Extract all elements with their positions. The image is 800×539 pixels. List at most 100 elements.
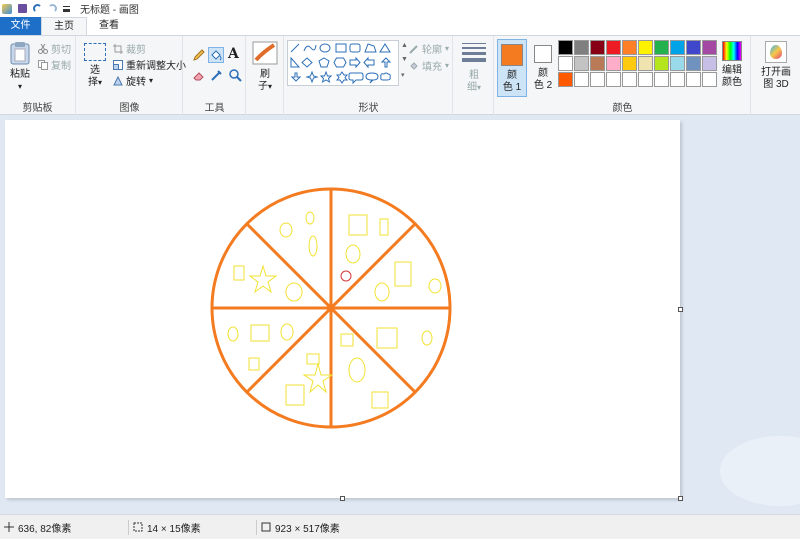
color2-swatch bbox=[534, 45, 552, 63]
paint3d-label: 打开画 bbox=[761, 67, 791, 78]
palette-swatch[interactable] bbox=[686, 72, 701, 87]
palette-swatch[interactable] bbox=[654, 56, 669, 71]
palette-swatch[interactable] bbox=[574, 40, 589, 55]
drawing-canvas[interactable] bbox=[5, 120, 683, 501]
cut-button[interactable]: 剪切 bbox=[38, 41, 71, 56]
palette-swatch[interactable] bbox=[702, 56, 717, 71]
open-paint3d-button[interactable]: 打开画 图 3D bbox=[756, 41, 796, 91]
palette-swatch[interactable] bbox=[654, 40, 669, 55]
size-button[interactable]: 粗 细▾ bbox=[460, 43, 488, 94]
palette-swatch[interactable] bbox=[558, 72, 573, 87]
eyedropper-icon bbox=[211, 70, 222, 81]
size-label-2: 细 bbox=[466, 82, 477, 93]
edit-colors-button[interactable]: 编辑 颜色 bbox=[717, 41, 747, 89]
canvas-size-text: 923 × 517像素 bbox=[275, 523, 340, 535]
select-label: 选 bbox=[90, 65, 100, 76]
line-width-icon bbox=[462, 43, 486, 62]
shapes-gallery[interactable] bbox=[287, 40, 399, 86]
palette-swatch[interactable] bbox=[670, 72, 685, 87]
paste-button[interactable]: 粘贴 ▾ bbox=[6, 41, 34, 93]
resize-handle-corner[interactable] bbox=[678, 496, 683, 501]
palette-swatch[interactable] bbox=[638, 40, 653, 55]
palette-swatch[interactable] bbox=[590, 72, 605, 87]
palette-swatch[interactable] bbox=[558, 56, 573, 71]
copy-button[interactable]: 复制 bbox=[38, 57, 71, 72]
clipboard-group-label: 剪贴板 bbox=[22, 103, 53, 114]
tab-file[interactable]: 文件 bbox=[0, 17, 41, 35]
shapes-scroll-up-icon[interactable]: ▲ bbox=[401, 42, 408, 49]
tab-view[interactable]: 查看 bbox=[87, 17, 131, 35]
background-cloud bbox=[720, 436, 800, 506]
tab-home[interactable]: 主页 bbox=[41, 17, 87, 35]
copy-label: 复制 bbox=[51, 61, 71, 72]
palette-swatch[interactable] bbox=[686, 56, 701, 71]
resize-label: 重新调整大小 bbox=[126, 61, 186, 72]
line-shape-icon bbox=[290, 43, 300, 53]
selection-size-text: 14 × 15像素 bbox=[147, 523, 201, 535]
palette-swatch[interactable] bbox=[702, 72, 717, 87]
magnifier-tool[interactable] bbox=[228, 68, 242, 82]
resize-button[interactable]: 重新调整大小 bbox=[113, 57, 186, 72]
save-icon[interactable] bbox=[18, 4, 27, 13]
palette-swatch[interactable] bbox=[606, 56, 621, 71]
outline-button[interactable]: 轮廓 ▾ bbox=[409, 41, 449, 56]
up-arrow-shape-icon bbox=[380, 57, 392, 68]
resize-handle-bottom[interactable] bbox=[340, 496, 345, 501]
palette-swatch[interactable] bbox=[686, 40, 701, 55]
right-arrow-shape-icon bbox=[349, 56, 361, 69]
outline-label: 轮廓 bbox=[422, 45, 442, 56]
fill-label: 填充 bbox=[422, 62, 442, 73]
resize-icon bbox=[113, 59, 123, 70]
color-picker-tool[interactable] bbox=[210, 68, 224, 82]
crop-label: 裁剪 bbox=[126, 45, 146, 56]
palette-swatch[interactable] bbox=[574, 72, 589, 87]
color1-button[interactable]: 颜 色 1 bbox=[497, 39, 527, 97]
redo-icon[interactable] bbox=[48, 4, 57, 13]
size-label: 粗 bbox=[469, 70, 479, 81]
eraser-tool[interactable] bbox=[192, 68, 206, 82]
shapes-group-label: 形状 bbox=[358, 103, 379, 114]
palette-swatch[interactable] bbox=[558, 40, 573, 55]
palette-swatch[interactable] bbox=[574, 56, 589, 71]
palette-swatch[interactable] bbox=[638, 56, 653, 71]
brushes-button[interactable]: 刷 子▾ bbox=[251, 41, 279, 93]
rotate-label: 旋转 bbox=[126, 77, 146, 88]
shapes-scroll-down-icon[interactable]: ▼ bbox=[401, 56, 408, 63]
select-button[interactable]: 选 择▾ bbox=[82, 43, 108, 89]
ribbon: 粘贴 ▾ 剪切 复制 剪贴板 选 择▾ 裁剪 重新调整大小 旋转 ▾ 图像 A … bbox=[0, 35, 800, 116]
polygon-shape-icon bbox=[364, 43, 377, 53]
red-topping bbox=[340, 270, 352, 282]
five-point-star-shape-icon bbox=[319, 70, 333, 84]
color2-button[interactable]: 颜 色 2 bbox=[529, 39, 557, 92]
palette-swatch[interactable] bbox=[670, 40, 685, 55]
shapes-expand-icon[interactable]: ▾ bbox=[401, 71, 405, 79]
customize-quick-access-icon[interactable] bbox=[63, 5, 70, 12]
palette-swatch[interactable] bbox=[606, 72, 621, 87]
selection-size: 14 × 15像素 bbox=[128, 519, 256, 535]
paint-app-icon[interactable] bbox=[2, 3, 12, 14]
palette-swatch[interactable] bbox=[606, 40, 621, 55]
fill-tool[interactable] bbox=[208, 47, 224, 63]
canvas-size-icon bbox=[261, 522, 271, 532]
rotate-button[interactable]: 旋转 ▾ bbox=[113, 73, 153, 88]
pizza-outline bbox=[210, 187, 452, 429]
fill-button[interactable]: 填充 ▾ bbox=[409, 58, 449, 73]
palette-swatch[interactable] bbox=[702, 40, 717, 55]
palette-swatch[interactable] bbox=[622, 40, 637, 55]
resize-handle-right[interactable] bbox=[678, 307, 683, 312]
palette-swatch[interactable] bbox=[638, 72, 653, 87]
palette-swatch[interactable] bbox=[654, 72, 669, 87]
palette-swatch[interactable] bbox=[590, 40, 605, 55]
palette-swatch[interactable] bbox=[622, 56, 637, 71]
cursor-position-text: 636, 82像素 bbox=[18, 523, 72, 535]
palette-swatch[interactable] bbox=[590, 56, 605, 71]
pencil-tool[interactable] bbox=[192, 48, 206, 62]
undo-icon[interactable] bbox=[33, 4, 42, 13]
palette-swatch[interactable] bbox=[670, 56, 685, 71]
crop-button[interactable]: 裁剪 bbox=[113, 41, 146, 56]
palette-swatch[interactable] bbox=[622, 72, 637, 87]
cursor-position-icon bbox=[4, 522, 14, 532]
rounded-rectangle-shape-icon bbox=[349, 43, 361, 53]
text-tool-icon[interactable]: A bbox=[228, 46, 239, 62]
colors-group-label: 颜色 bbox=[612, 103, 633, 114]
